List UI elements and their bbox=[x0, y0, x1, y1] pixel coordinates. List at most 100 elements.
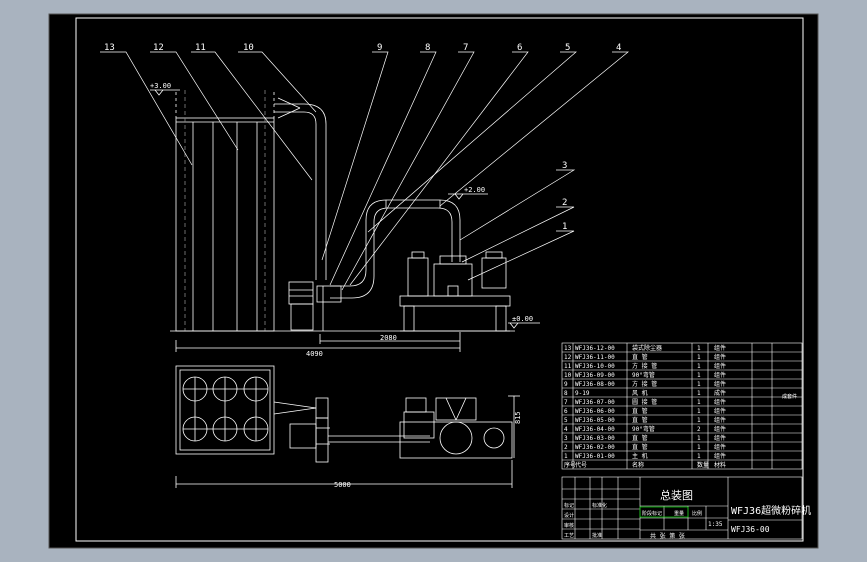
balloon-5: 5 bbox=[565, 43, 570, 53]
table-cell-name: 风 机 bbox=[632, 389, 648, 397]
balloon-7: 7 bbox=[463, 43, 468, 53]
elevation-top-label: +3.00 bbox=[150, 82, 171, 90]
width-plan-label: 5000 bbox=[334, 481, 351, 489]
balloon-13: 13 bbox=[104, 43, 115, 53]
stage-mark-label: 阶段标记 bbox=[642, 510, 662, 517]
table-cell-mat: 组件 bbox=[714, 452, 726, 460]
table-cell-mat: 组件 bbox=[714, 353, 726, 361]
row-process: 工艺 bbox=[564, 533, 574, 539]
weight-label: 重量 bbox=[674, 510, 684, 517]
table-cell-qty: 1 bbox=[697, 381, 701, 388]
table-cell-no: 7 bbox=[564, 399, 568, 406]
table-cell-mat: 成件 bbox=[714, 389, 726, 397]
table-cell-code: WFJ36-03-00 bbox=[575, 435, 615, 442]
table-cell-code: WFJ36-04-00 bbox=[575, 426, 615, 433]
drawing-code: WFJ36-00 bbox=[731, 525, 770, 534]
table-cell-code: WFJ36-08-00 bbox=[575, 381, 615, 388]
table-cell-name: 圆 接 管 bbox=[632, 398, 657, 406]
balloon-6: 6 bbox=[517, 43, 522, 53]
table-header-cell: 数量 bbox=[697, 461, 709, 469]
table-cell-no: 1 bbox=[564, 453, 568, 460]
table-cell-name: 直 管 bbox=[632, 443, 648, 451]
table-cell-name: 直 管 bbox=[632, 416, 648, 424]
table-cell-mat: 组件 bbox=[714, 362, 726, 370]
table-cell-no: 11 bbox=[564, 363, 572, 370]
table-cell-name: 方 接 管 bbox=[632, 380, 657, 388]
table-cell-no: 2 bbox=[564, 444, 568, 451]
table-cell-qty: 1 bbox=[697, 417, 701, 424]
table-cell-code: WFJ36-12-00 bbox=[575, 345, 615, 352]
table-cell-no: 13 bbox=[564, 345, 572, 352]
table-cell-code: WFJ36-01-00 bbox=[575, 453, 615, 460]
table-cell-no: 3 bbox=[564, 435, 568, 442]
table-cell-name: 90°弯管 bbox=[632, 425, 655, 433]
balloon-11: 11 bbox=[195, 43, 206, 53]
table-cell-mat: 组件 bbox=[714, 407, 726, 415]
scale-value: 1:35 bbox=[708, 521, 723, 528]
table-cell-name: 90°弯管 bbox=[632, 371, 655, 379]
table-cell-qty: 1 bbox=[697, 453, 701, 460]
table-cell-mat: 组件 bbox=[714, 443, 726, 451]
width-front-label: 4090 bbox=[306, 350, 323, 358]
balloon-2: 2 bbox=[562, 198, 567, 208]
table-cell-qty: 1 bbox=[697, 345, 701, 352]
table-cell-name: 直 管 bbox=[632, 434, 648, 442]
table-cell-qty: 1 bbox=[697, 399, 701, 406]
table-cell-mat: 组件 bbox=[714, 398, 726, 406]
table-cell-name: 袋式除尘器 bbox=[632, 344, 662, 352]
table-cell-mat: 组件 bbox=[714, 416, 726, 424]
depth-plan-label: 815 bbox=[514, 411, 522, 424]
table-cell-no: 5 bbox=[564, 417, 568, 424]
row-review: 审核 bbox=[564, 522, 574, 529]
table-cell-code: WFJ36-07-00 bbox=[575, 399, 615, 406]
table-cell-mat: 组件 bbox=[714, 344, 726, 352]
table-cell-name: 方 接 管 bbox=[632, 362, 657, 370]
drawing-title: 总装图 bbox=[660, 488, 693, 502]
width-span-label: 2080 bbox=[380, 334, 397, 342]
elevation-zero-label: ±0.00 bbox=[512, 315, 533, 323]
product-name: WFJ36超微粉碎机 bbox=[731, 504, 811, 517]
table-cell-code: WFJ36-09-00 bbox=[575, 372, 615, 379]
balloon-12: 12 bbox=[153, 43, 164, 53]
table-cell-name: 主 机 bbox=[632, 452, 648, 460]
sign-approve: 批准 bbox=[592, 532, 602, 539]
table-cell-mat: 组件 bbox=[714, 434, 726, 442]
parts-side-note: 成套件 bbox=[782, 393, 797, 400]
row-design: 设计 bbox=[564, 512, 574, 519]
table-cell-code: WFJ36-05-00 bbox=[575, 417, 615, 424]
table-cell-qty: 1 bbox=[697, 363, 701, 370]
table-cell-code: 9-19 bbox=[575, 390, 590, 397]
cad-drawing-canvas: 13 12 11 10 9 8 7 6 5 4 3 2 1 +3.00 +2.0… bbox=[48, 13, 819, 549]
sheet-info: 共 张 第 张 bbox=[650, 532, 685, 540]
table-cell-qty: 1 bbox=[697, 408, 701, 415]
table-cell-code: WFJ36-11-00 bbox=[575, 354, 615, 361]
table-header-cell: 代号 bbox=[575, 461, 587, 469]
table-cell-code: WFJ36-10-00 bbox=[575, 363, 615, 370]
table-cell-mat: 组件 bbox=[714, 380, 726, 388]
table-cell-no: 10 bbox=[564, 372, 572, 379]
balloon-3: 3 bbox=[562, 161, 567, 171]
elevation-mid-label: +2.00 bbox=[464, 186, 485, 194]
table-cell-qty: 1 bbox=[697, 354, 701, 361]
table-cell-qty: 1 bbox=[697, 372, 701, 379]
table-cell-name: 直 管 bbox=[632, 407, 648, 415]
table-cell-no: 9 bbox=[564, 381, 568, 388]
ratio-label: 比例 bbox=[692, 510, 702, 517]
table-cell-name: 直 管 bbox=[632, 353, 648, 361]
table-cell-qty: 1 bbox=[697, 444, 701, 451]
balloon-10: 10 bbox=[243, 43, 254, 53]
table-cell-mat: 组件 bbox=[714, 371, 726, 379]
balloon-9: 9 bbox=[377, 43, 382, 53]
table-cell-no: 4 bbox=[564, 426, 568, 433]
table-header-cell: 材料 bbox=[714, 461, 726, 469]
table-cell-no: 6 bbox=[564, 408, 568, 415]
row-mark: 标记 bbox=[564, 502, 574, 509]
balloon-1: 1 bbox=[562, 222, 567, 232]
sign-standard: 标准化 bbox=[592, 502, 607, 509]
table-cell-code: WFJ36-02-00 bbox=[575, 444, 615, 451]
balloon-8: 8 bbox=[425, 43, 430, 53]
table-header-cell: 名称 bbox=[632, 461, 644, 469]
table-cell-code: WFJ36-06-00 bbox=[575, 408, 615, 415]
balloon-4: 4 bbox=[616, 43, 621, 53]
table-cell-no: 12 bbox=[564, 354, 572, 361]
